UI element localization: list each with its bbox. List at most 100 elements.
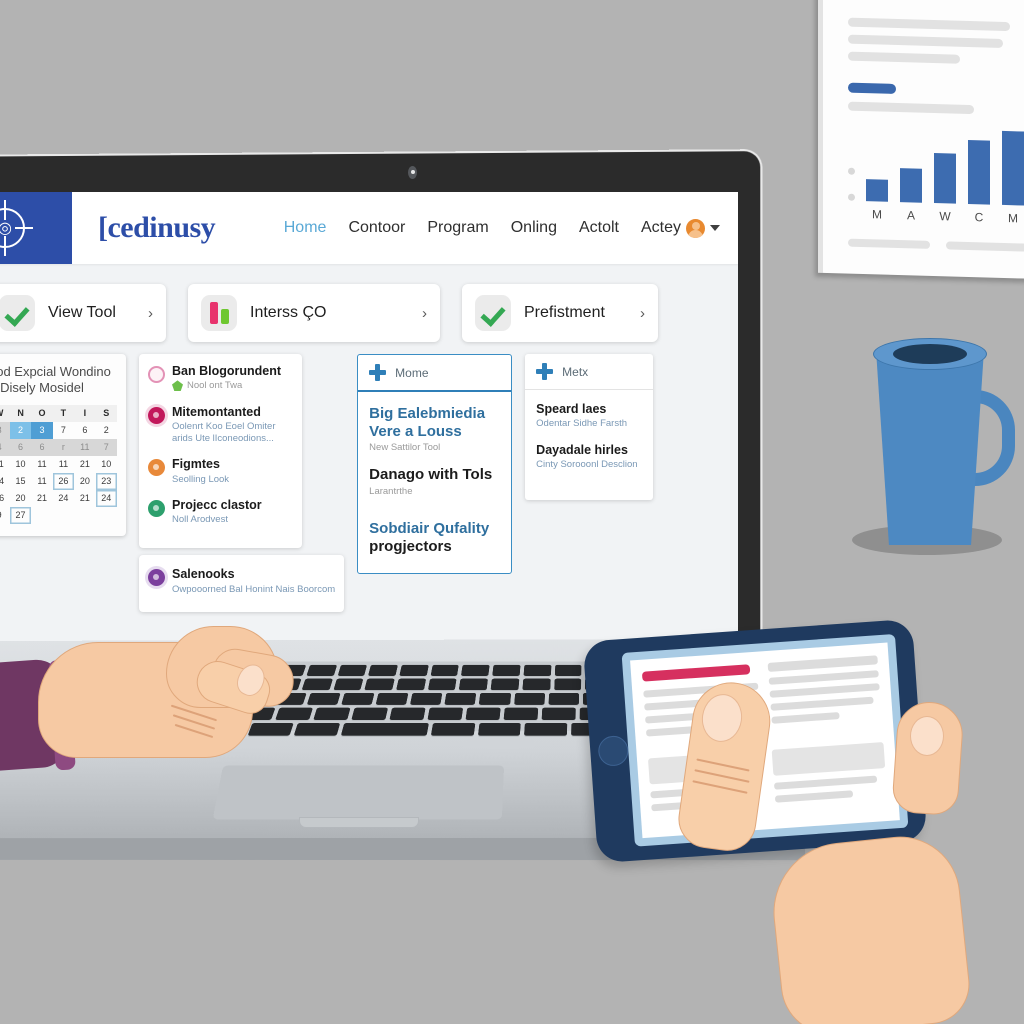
keyboard-key[interactable] <box>427 707 464 721</box>
keyboard-key[interactable] <box>554 664 582 676</box>
article-heading[interactable]: progjectors <box>369 538 500 556</box>
calendar-day-cell[interactable]: 26 <box>0 490 10 507</box>
calendar-day-cell[interactable]: 11 <box>74 438 96 456</box>
list-item[interactable]: Ban Blogorundent Nool ont Twa <box>148 364 293 393</box>
calendar-day-cell[interactable]: 6 <box>31 438 53 456</box>
calendar-day-cell[interactable]: 21 <box>74 490 95 507</box>
keyboard-key[interactable] <box>444 692 477 705</box>
keyboard-key[interactable] <box>364 678 395 691</box>
logo-badge[interactable]: ◎ <box>0 192 72 264</box>
keyboard-key[interactable] <box>375 692 409 705</box>
calendar-day-cell[interactable]: 3 <box>31 421 53 439</box>
nav-link-actolt[interactable]: Actolt <box>579 219 619 237</box>
calendar-day-cell[interactable]: 11 <box>31 456 52 473</box>
calendar-day-cell[interactable]: 24 <box>96 490 117 507</box>
keyboard-key[interactable] <box>337 664 368 676</box>
article-heading[interactable]: Danago with Tols <box>369 466 500 484</box>
calendar-day-cell[interactable]: 24 <box>53 490 74 507</box>
keyboard-key[interactable] <box>410 692 443 705</box>
keyboard-key[interactable] <box>524 722 568 736</box>
calendar-day-cell[interactable]: 11 <box>53 456 74 473</box>
notes-card-header[interactable]: Metx <box>525 354 654 390</box>
calendar-day-cell[interactable]: 6 <box>74 422 95 439</box>
keyboard-key[interactable] <box>477 722 522 736</box>
calendar-day-cell[interactable]: 4 <box>0 438 10 456</box>
calendar-day-cell[interactable]: 20 <box>10 490 31 507</box>
calendar-day-cell[interactable]: r <box>52 438 75 456</box>
plus-icon[interactable] <box>369 364 387 381</box>
keyboard-key[interactable] <box>399 664 429 676</box>
keyboard-key[interactable] <box>541 707 576 721</box>
list-item[interactable]: Salenooks Owpooorned Bal Honint Nais Boo… <box>148 567 335 596</box>
plus-icon[interactable] <box>536 363 554 380</box>
keyboard-key[interactable] <box>389 707 426 721</box>
nav-link-program[interactable]: Program <box>427 219 488 237</box>
article-card-header[interactable]: Mome <box>358 355 512 392</box>
keyboard-key[interactable] <box>479 692 511 705</box>
note-title[interactable]: Dayadale hirles <box>536 443 642 457</box>
quick-card-interss-co[interactable]: Interss ÇO › <box>188 284 440 342</box>
calendar-day-cell[interactable]: 7 <box>53 422 74 439</box>
calendar-grid[interactable]: SWNOTIS3237624466r1177111011112110211415… <box>0 404 117 524</box>
calendar-day-cell[interactable]: 3 <box>0 421 10 439</box>
chevron-right-icon[interactable]: › <box>148 305 153 322</box>
keyboard-key[interactable] <box>340 692 375 705</box>
chevron-right-icon[interactable]: › <box>640 305 645 322</box>
calendar-day-cell[interactable]: 2 <box>9 421 32 439</box>
keyboard-key[interactable] <box>430 722 475 736</box>
calendar-day-cell[interactable]: 11 <box>0 456 10 473</box>
keyboard-key[interactable] <box>430 664 460 676</box>
calendar-day-cell[interactable]: 14 <box>0 473 10 490</box>
keyboard-key[interactable] <box>490 678 520 691</box>
keyboard-key[interactable] <box>465 707 501 721</box>
keyboard-key[interactable] <box>459 678 489 691</box>
calendar-day-cell[interactable]: 10 <box>10 456 31 473</box>
tablet-home-button[interactable] <box>597 734 630 767</box>
article-card[interactable]: Mome Big Ealebmiedia Vere a Louss New Sa… <box>357 354 513 575</box>
quick-card-prefistment[interactable]: Prefistment › <box>462 284 658 342</box>
keyboard-key[interactable] <box>503 707 539 721</box>
keyboard-key[interactable] <box>513 692 545 705</box>
chevron-down-icon[interactable] <box>710 225 720 231</box>
quick-card-view-tool[interactable]: View Tool › <box>0 284 166 342</box>
keyboard-key[interactable] <box>351 707 389 721</box>
calendar-day-cell[interactable]: 15 <box>10 473 31 490</box>
nav-link-home[interactable]: Home <box>284 219 327 237</box>
notes-card[interactable]: Metx Speard laes Odentar Sidhe Farsth Da… <box>525 354 654 500</box>
avatar[interactable] <box>686 218 705 238</box>
calendar-day-cell[interactable]: 10 <box>96 456 117 473</box>
calendar-day-cell[interactable]: 26 <box>53 473 74 490</box>
calendar-day-cell[interactable]: 21 <box>31 490 52 507</box>
keyboard-key[interactable] <box>461 664 490 676</box>
note-title[interactable]: Speard laes <box>536 402 642 416</box>
keyboard-key[interactable] <box>523 664 552 676</box>
calendar-day-cell[interactable]: 20 <box>74 473 95 490</box>
calendar-day-cell[interactable]: 6 <box>9 438 32 456</box>
keyboard-key[interactable] <box>553 678 582 691</box>
calendar-day-cell[interactable]: 11 <box>31 473 52 490</box>
nav-link-actey[interactable]: Actey <box>641 219 681 237</box>
list-item[interactable]: Projecc clastor Noll Arodvest <box>148 498 293 527</box>
calendar-day-cell[interactable]: 27 <box>10 507 31 524</box>
calendar-day-cell[interactable]: 2 <box>96 422 117 439</box>
article-heading[interactable]: Sobdiair Qufality <box>369 520 500 538</box>
keyboard-key[interactable] <box>396 678 426 691</box>
nav-link-contoor[interactable]: Contoor <box>348 219 405 237</box>
keyboard-key[interactable] <box>368 664 398 676</box>
nav-link-onling[interactable]: Onling <box>511 219 557 237</box>
calendar-day-cell[interactable]: 23 <box>96 473 117 490</box>
keyboard-key[interactable] <box>522 678 551 691</box>
keyboard-key[interactable] <box>340 722 429 736</box>
account-menu[interactable]: Actey <box>641 218 720 238</box>
calendar-day-cell[interactable]: 7 <box>95 438 117 456</box>
list-item[interactable]: Figmtes Seolling Look <box>148 457 293 486</box>
keyboard-key[interactable] <box>492 664 521 676</box>
chevron-right-icon[interactable]: › <box>422 305 427 322</box>
calendar-widget[interactable]: Taciod Expcial Wondino Disely Mosidel S W… <box>0 354 126 536</box>
keyboard-key[interactable] <box>427 678 458 691</box>
keyboard-key[interactable] <box>548 692 579 705</box>
calendar-day-cell[interactable]: 9 <box>0 507 10 524</box>
calendar-day-cell[interactable]: 21 <box>74 456 95 473</box>
brand-wordmark[interactable]: [cedinusy <box>98 211 216 245</box>
feed-card-secondary[interactable]: Salenooks Owpooorned Bal Honint Nais Boo… <box>139 555 345 612</box>
